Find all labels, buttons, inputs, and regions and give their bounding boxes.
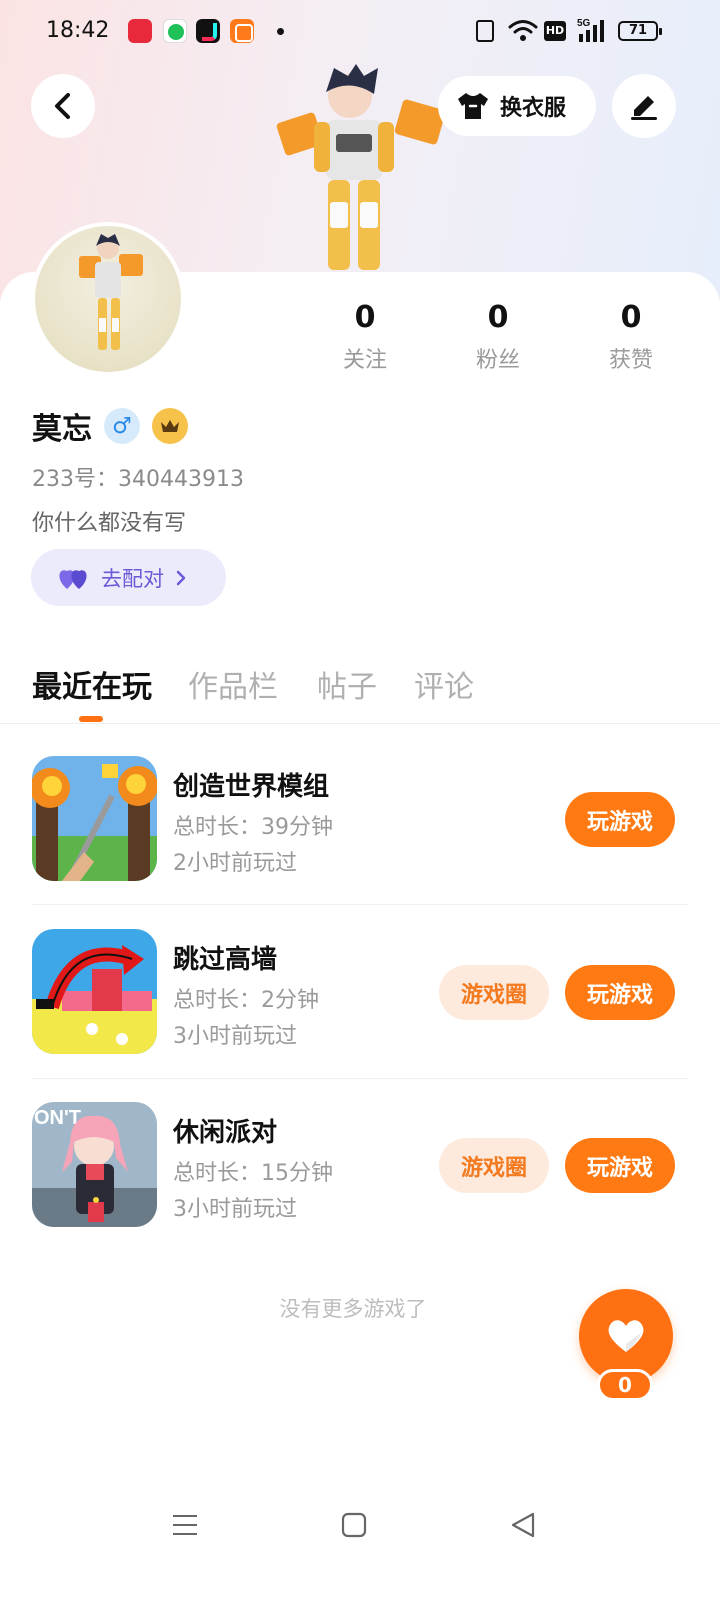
followers-count: 0 — [487, 300, 509, 335]
home-button[interactable] — [339, 1510, 369, 1540]
play-game-button[interactable]: 玩游戏 — [565, 965, 675, 1020]
tab-recently-played[interactable]: 最近在玩 — [32, 662, 152, 706]
home-square-icon — [341, 1512, 367, 1538]
game-item[interactable]: 跳过高墙 总时长：2分钟 3小时前玩过 游戏圈 玩游戏 — [0, 929, 720, 1103]
user-id: 233号：340443913 — [32, 467, 244, 492]
avatar-image — [35, 226, 181, 372]
banner-avatar-figure — [276, 64, 446, 270]
tab-posts[interactable]: 帖子 — [317, 662, 377, 706]
change-outfit-button[interactable]: 换衣服 — [438, 76, 596, 136]
game-thumbnail: ON'T — [32, 1102, 157, 1227]
tshirt-icon — [458, 93, 488, 119]
match-label: 去配对 — [101, 566, 164, 591]
male-icon: ♂ — [104, 408, 140, 444]
game-thumbnail — [32, 929, 157, 1054]
chevron-right-icon — [176, 570, 186, 585]
status-bar: 18:42 HD 5G 71 — [0, 0, 720, 64]
play-game-button[interactable]: 玩游戏 — [565, 792, 675, 847]
game-title: 跳过高墙 — [173, 945, 278, 975]
game-last-played: 2小时前玩过 — [173, 851, 297, 876]
game-duration: 总时长：15分钟 — [173, 1161, 333, 1186]
stat-followers[interactable]: 0 粉丝 — [448, 300, 548, 374]
triangle-back-icon — [511, 1512, 535, 1538]
crown-icon[interactable] — [152, 408, 188, 444]
edit-pen-icon — [631, 96, 657, 120]
menu-button[interactable] — [170, 1510, 200, 1540]
double-heart-icon — [59, 569, 87, 589]
system-nav-bar — [0, 1490, 720, 1560]
signal-icon: 5G — [577, 18, 604, 42]
match-button[interactable]: 去配对 — [31, 549, 226, 606]
user-bio: 你什么都没有写 — [32, 511, 187, 536]
likes-received-count: 0 — [620, 300, 642, 335]
edit-profile-button[interactable] — [612, 74, 676, 138]
taobao-icon — [230, 19, 254, 43]
name-row: 莫忘 ♂ — [32, 404, 188, 448]
tab-works[interactable]: 作品栏 — [188, 662, 278, 706]
wechat-pay-icon — [163, 19, 187, 43]
user-name: 莫忘 — [32, 412, 92, 447]
following-label: 关注 — [342, 348, 387, 373]
stat-following[interactable]: 0 关注 — [315, 300, 415, 374]
chevron-left-icon — [55, 93, 70, 119]
status-time: 18:42 — [46, 18, 110, 43]
back-button[interactable] — [31, 74, 95, 138]
game-title: 休闲派对 — [173, 1118, 278, 1148]
tab-comments[interactable]: 评论 — [414, 662, 474, 706]
like-count: 0 — [597, 1369, 653, 1401]
game-title: 创造世界模组 — [173, 772, 330, 802]
thumbnail-text: ON'T — [34, 1107, 81, 1129]
profile-tabs: 最近在玩 作品栏 帖子 评论 — [0, 652, 720, 724]
game-circle-button[interactable]: 游戏圈 — [439, 1138, 549, 1193]
divider — [32, 1078, 688, 1079]
menu-icon — [173, 1515, 197, 1535]
douyin-icon — [196, 19, 220, 43]
tab-active-indicator — [79, 716, 103, 722]
network-label: 5G — [577, 18, 591, 29]
followers-label: 粉丝 — [475, 348, 520, 373]
hd-icon: HD — [544, 21, 566, 41]
wifi-icon — [508, 20, 538, 41]
battery-icon: 71 — [618, 21, 662, 41]
game-item[interactable]: ON'T 休闲派对 总时长：15分钟 3小时前玩过 游戏圈 玩游戏 — [0, 1102, 720, 1276]
following-count: 0 — [354, 300, 376, 335]
vibrate-icon — [476, 20, 494, 42]
divider — [32, 904, 688, 905]
likes-received-label: 获赞 — [608, 348, 653, 373]
stat-likes[interactable]: 0 获赞 — [581, 300, 681, 374]
game-duration: 总时长：39分钟 — [173, 815, 333, 840]
game-thumbnail — [32, 756, 157, 881]
nav-back-button[interactable] — [508, 1510, 538, 1540]
more-notifications-dot — [277, 28, 284, 35]
avatar[interactable] — [31, 222, 185, 376]
game-duration: 总时长：2分钟 — [173, 988, 319, 1013]
game-last-played: 3小时前玩过 — [173, 1024, 297, 1049]
game-circle-button[interactable]: 游戏圈 — [439, 965, 549, 1020]
xiaohongshu-icon — [128, 19, 152, 43]
change-outfit-label: 换衣服 — [500, 96, 567, 121]
play-game-button[interactable]: 玩游戏 — [565, 1138, 675, 1193]
game-last-played: 3小时前玩过 — [173, 1197, 297, 1222]
heart-icon — [608, 1320, 644, 1352]
